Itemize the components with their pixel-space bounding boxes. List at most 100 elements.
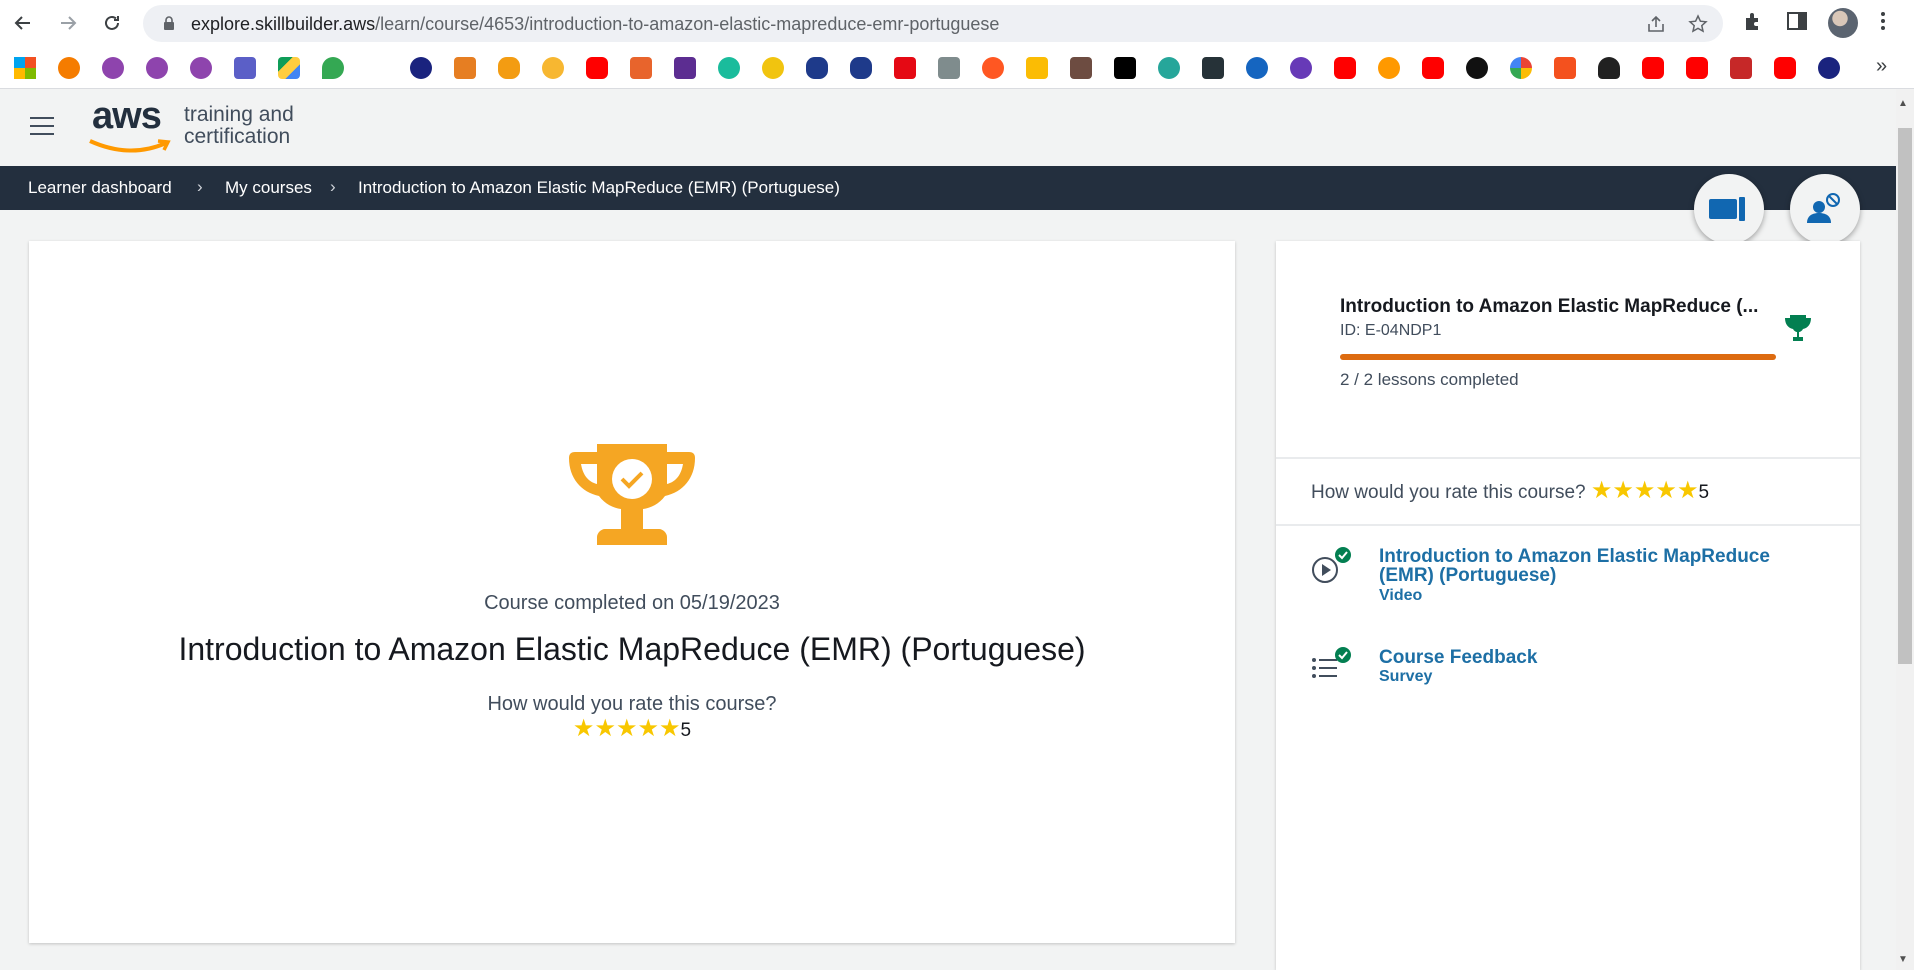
back-button[interactable] [10,10,36,36]
course-id: ID: E-04NDP1 [1340,322,1442,339]
bookmark-orange-icon[interactable] [58,57,80,79]
accessibility-button[interactable] [1790,174,1860,244]
bookmark-drive-icon[interactable] [278,57,300,79]
breadcrumb-learner-dashboard[interactable]: Learner dashboard [28,178,172,198]
address-bar[interactable]: explore.skillbuilder.aws/learn/course/46… [143,5,1723,42]
bookmark-orange-square-icon[interactable] [454,57,476,79]
lesson-link[interactable]: Course Feedback [1379,648,1819,667]
bookmark-google-icon[interactable] [1510,57,1532,79]
bookmark-u-icon[interactable] [850,57,872,79]
bookmark-ads-icon[interactable] [1026,57,1048,79]
star-icon[interactable]: ★ [659,715,681,742]
divider [1276,457,1860,459]
bookmark-teams-icon[interactable] [234,57,256,79]
extensions-icon[interactable] [1742,10,1764,32]
bookmark-youtube-icon[interactable] [586,57,608,79]
bookmark-photo-icon[interactable] [1070,57,1092,79]
bookmark-a-icon[interactable] [1114,57,1136,79]
bookmark-z-icon[interactable] [1290,57,1312,79]
site-header: aws training and certification [0,89,1896,166]
reload-button[interactable] [99,10,125,36]
side-rating[interactable]: How would you rate this course? ★★★★★5 [1311,479,1709,504]
bookmark-light-icon[interactable] [762,57,784,79]
lesson-type: Video [1379,587,1423,604]
bookmark-spade-icon[interactable] [1598,57,1620,79]
bookmark-netflix-icon[interactable] [894,57,916,79]
aws-tagline: training and certification [184,104,294,148]
reload-icon [105,15,119,30]
bookmark-microsoft-icon[interactable] [14,57,36,79]
completed-check-icon [1335,547,1351,563]
bookmark-purple-icon[interactable] [146,57,168,79]
bookmark-pje-icon[interactable] [938,57,960,79]
completion-date-text: Course completed on 05/19/2023 [484,592,780,614]
aws-logo-text: aws [92,95,162,137]
course-outline-panel: Introduction to Amazon Elastic MapReduce… [1276,241,1860,970]
star-icon[interactable]: ★ [1677,477,1699,504]
scroll-down-arrow[interactable]: ▼ [1898,954,1908,965]
lock-icon [164,16,174,30]
divider [1276,524,1860,526]
side-panel-icon[interactable] [1786,10,1808,32]
arrow-right-icon [61,16,77,30]
breadcrumb-my-courses[interactable]: My courses [225,178,312,198]
lesson-type: Survey [1379,668,1433,685]
bookmarks-bar: » [0,47,1914,89]
browser-toolbar: explore.skillbuilder.aws/learn/course/46… [0,0,1914,47]
breadcrumb-current-course: Introduction to Amazon Elastic MapReduce… [358,178,840,197]
star-icon[interactable]: ★ [1612,477,1634,504]
star-icon[interactable]: ★ [616,715,638,742]
star-icon[interactable]: ★ [1634,477,1656,504]
star-icon[interactable]: ★ [637,715,659,742]
bookmark-yellow-icon[interactable] [542,57,564,79]
bookmark-tools-icon[interactable] [1730,57,1752,79]
bookmark-globe-icon[interactable] [1818,57,1840,79]
video-button[interactable] [1694,174,1764,244]
bookmark-youtube-icon[interactable] [1642,57,1664,79]
bookmark-purple-icon[interactable] [102,57,124,79]
bookmark-youtube-icon[interactable] [1334,57,1356,79]
bookmark-flame-icon[interactable] [498,57,520,79]
completed-check-icon [1335,647,1351,663]
menu-icon[interactable] [30,117,54,135]
bookmark-star-icon[interactable] [1688,14,1708,34]
side-rating-value: 5 [1698,482,1710,503]
bookmark-mail-icon[interactable] [674,57,696,79]
lesson-link[interactable]: Introduction to Amazon Elastic MapReduce… [1379,547,1819,585]
bookmark-css-icon[interactable] [1202,57,1224,79]
bookmark-cloud-icon[interactable] [1158,57,1180,79]
bookmark-dark-icon[interactable] [410,57,432,79]
bookmark-youtube-icon[interactable] [1422,57,1444,79]
bookmark-youtube-icon[interactable] [1686,57,1708,79]
star-icon[interactable]: ★ [1591,477,1613,504]
bookmark-blue-icon[interactable] [1246,57,1268,79]
profile-avatar[interactable] [1828,8,1858,38]
url-text: explore.skillbuilder.aws/learn/course/46… [191,14,1000,34]
bookmark-bag-icon[interactable] [630,57,652,79]
forward-button[interactable] [55,10,81,36]
bookmarks-overflow-button[interactable]: » [1876,55,1887,78]
rating-stars[interactable]: ★★★★★5 [29,717,1235,742]
bookmark-purple-icon[interactable] [190,57,212,79]
bookmark-maps-icon[interactable] [322,57,344,79]
bookmark-u-icon[interactable] [806,57,828,79]
bookmark-amazon-icon[interactable] [1378,57,1400,79]
bookmark-black-icon[interactable] [1466,57,1488,79]
share-icon[interactable] [1646,14,1666,34]
menu-dots-icon[interactable] [1878,10,1888,32]
bookmark-fire-icon[interactable] [982,57,1004,79]
bookmark-teal-icon[interactable] [718,57,740,79]
video-camera-icon [1709,197,1745,221]
scroll-up-arrow[interactable]: ▲ [1898,98,1908,109]
user-block-icon [1807,193,1840,223]
breadcrumb-separator: › [197,177,203,196]
star-icon[interactable]: ★ [594,715,616,742]
star-icon[interactable]: ★ [573,715,595,742]
breadcrumb: Learner dashboard › My courses › Introdu… [0,166,1896,210]
trophy-icon [569,444,695,545]
scrollbar-thumb[interactable] [1898,128,1912,664]
bookmark-orange-tag-icon[interactable] [1554,57,1576,79]
star-icon[interactable]: ★ [1655,477,1677,504]
bookmark-youtube-icon[interactable] [1774,57,1796,79]
lessons-completed-text: 2 / 2 lessons completed [1340,370,1519,389]
